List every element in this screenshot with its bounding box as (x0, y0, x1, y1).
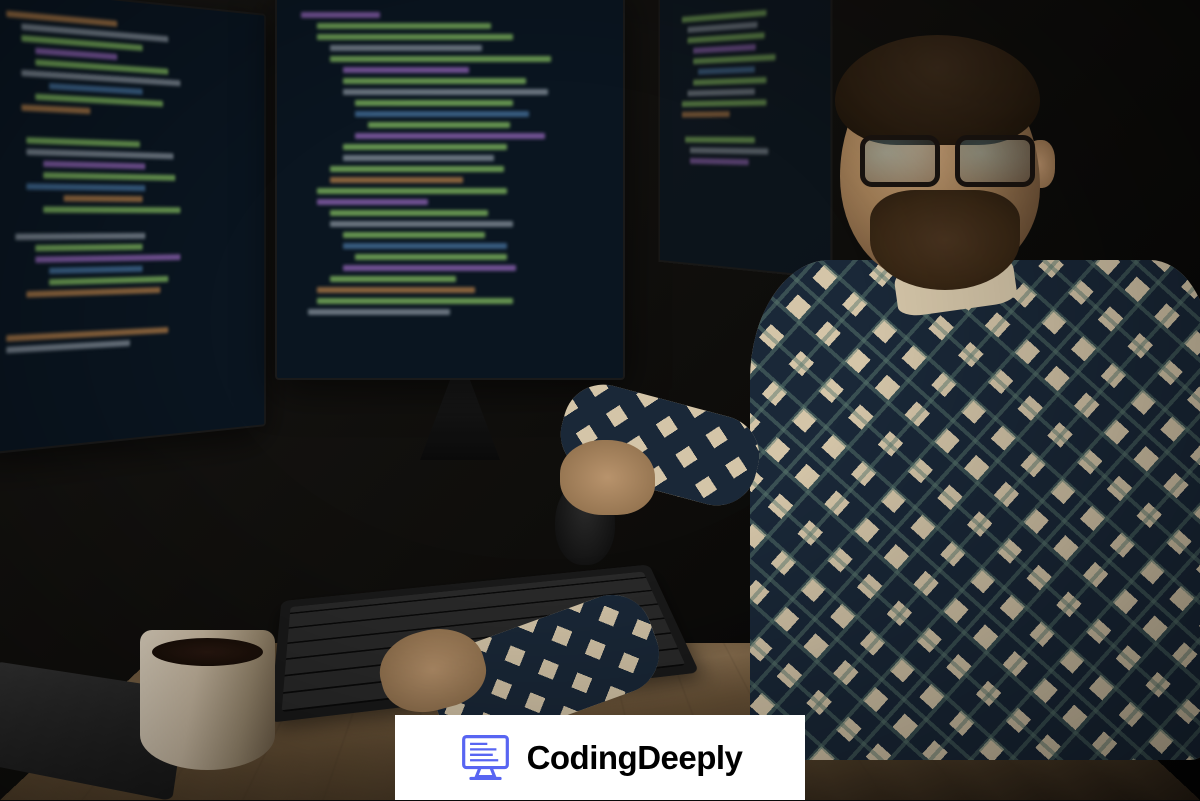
hand-on-mouse (560, 440, 655, 515)
eyeglasses (860, 135, 1035, 185)
computer-icon (458, 733, 513, 783)
center-monitor (275, 0, 625, 380)
logo-text: CodingDeeply (527, 739, 743, 777)
programmer-person (680, 20, 1180, 720)
monitor-stand (410, 380, 510, 460)
photo-scene: CodingDeeply (0, 0, 1200, 800)
beard (870, 190, 1020, 290)
hair (835, 35, 1040, 145)
logo-badge: CodingDeeply (395, 715, 805, 800)
plaid-shirt-torso (750, 260, 1200, 760)
left-monitor (0, 0, 266, 456)
coffee-cup (140, 630, 275, 770)
